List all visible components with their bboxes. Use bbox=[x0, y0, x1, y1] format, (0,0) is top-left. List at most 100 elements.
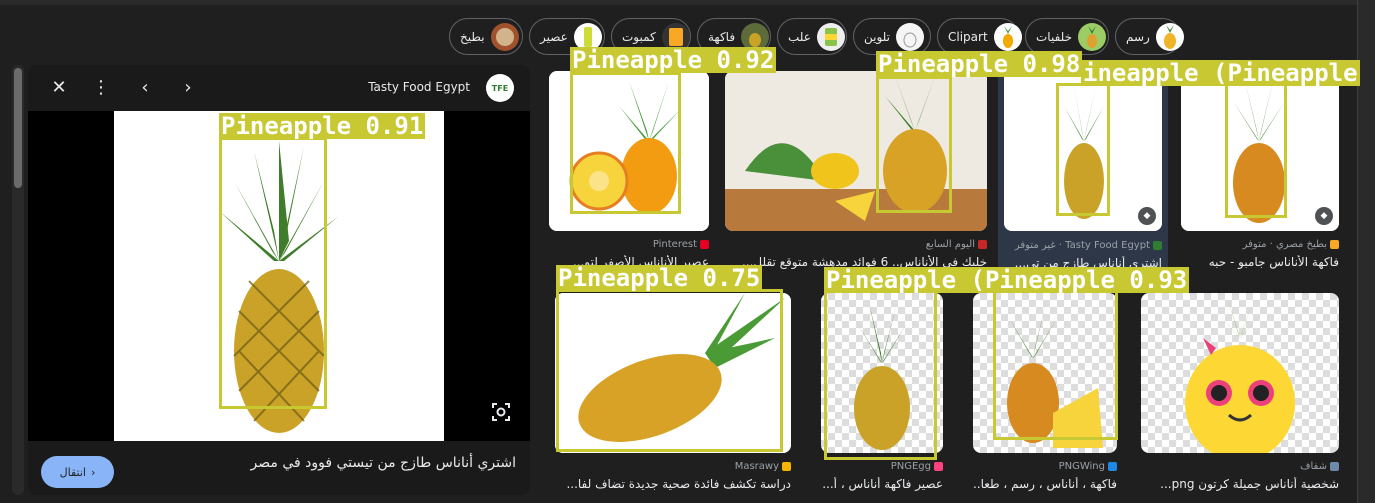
source-text: اليوم السابع bbox=[925, 239, 975, 250]
result-source: PNGWing bbox=[1059, 461, 1117, 472]
screen: { "chips": [ {"label": "رسم", "thumb": "… bbox=[0, 0, 1375, 503]
result-source: بطيخ مصري · متوفر bbox=[1243, 239, 1339, 250]
result-card[interactable]: Pinterest عصير الأناناس الأصفر لتو... bbox=[549, 71, 709, 271]
visit-button[interactable]: انتقال › bbox=[41, 456, 114, 488]
close-button[interactable]: ✕ bbox=[46, 75, 72, 101]
pineapple-cartoon-sunglasses-image bbox=[1185, 293, 1295, 453]
source-text: بطيخ مصري · متوفر bbox=[1242, 239, 1327, 250]
result-image[interactable]: ◆ bbox=[1181, 71, 1339, 231]
source-text: PNGEgg bbox=[890, 461, 931, 472]
result-image[interactable] bbox=[973, 293, 1117, 453]
chip-cans[interactable]: علب bbox=[777, 18, 847, 55]
result-source: اليوم السابع bbox=[926, 239, 987, 250]
detection-label: Pineapple 0.91 bbox=[219, 112, 426, 140]
chip-label: بطيخ bbox=[460, 29, 485, 44]
preview-image-area bbox=[28, 111, 530, 441]
chip-label: علب bbox=[788, 29, 811, 44]
chip-label: Clipart bbox=[948, 29, 988, 44]
result-image[interactable] bbox=[1141, 293, 1339, 453]
result-title[interactable]: فاكهة الأناناس جامبو - حبه bbox=[1181, 255, 1339, 269]
lens-icon bbox=[492, 403, 510, 421]
preview-image[interactable] bbox=[114, 111, 444, 441]
visit-label: انتقال bbox=[59, 465, 86, 479]
previous-button[interactable]: ‹ bbox=[132, 75, 158, 101]
result-source: Pinterest bbox=[653, 239, 709, 250]
result-title[interactable]: شخصية أناناس جميلة كرتون png... bbox=[1141, 477, 1339, 491]
source-favicon bbox=[934, 461, 943, 471]
close-icon: ✕ bbox=[51, 77, 67, 98]
result-source: Masrawy bbox=[735, 461, 791, 472]
detection-label: Pineapple 0.75 bbox=[556, 264, 763, 292]
pineapple-whole-image bbox=[1004, 71, 1162, 231]
panel-scroll-thumb[interactable] bbox=[14, 68, 22, 188]
result-image[interactable] bbox=[549, 71, 709, 231]
result-image[interactable] bbox=[555, 293, 791, 453]
more-options-button[interactable]: ⋮ bbox=[88, 75, 114, 101]
detection-label: Pineapple 0.98 bbox=[876, 50, 1083, 78]
next-button[interactable]: › bbox=[175, 75, 201, 101]
chip-drawing[interactable]: رسم bbox=[1115, 18, 1184, 55]
chevron-right-icon: › bbox=[90, 465, 96, 479]
pineapple-drawing-thumb-icon bbox=[1155, 22, 1184, 51]
pineapple-with-slices-image bbox=[1007, 298, 1103, 448]
result-card[interactable]: شفاف شخصية أناناس جميلة كرتون png... bbox=[1141, 293, 1339, 493]
source-logo-text: TFE bbox=[491, 83, 509, 93]
chip-label: فاكهة bbox=[708, 29, 736, 44]
pineapple-jumbo-image bbox=[1181, 71, 1339, 231]
source-text: PNGWing bbox=[1058, 461, 1105, 472]
pineapple-cartoon-image bbox=[549, 71, 709, 231]
source-favicon bbox=[700, 239, 709, 249]
result-card[interactable]: Masrawy دراسة تكشف فائدة صحية جديدة تضاف… bbox=[555, 293, 791, 493]
pineapple-transparent-image bbox=[854, 303, 910, 450]
detection-label: Pineapple (Pineapple 0.93 bbox=[824, 266, 1190, 294]
source-favicon bbox=[1108, 461, 1117, 471]
pineapple-clipart-thumb-icon bbox=[993, 22, 1022, 51]
preview-title[interactable]: اشتري أناناس طازج من تيستي فوود في مصر bbox=[251, 455, 517, 471]
result-title[interactable]: عصير فاكهة أناناس ، أ... bbox=[821, 477, 943, 491]
source-logo[interactable]: TFE bbox=[486, 74, 514, 102]
chip-label: عصير bbox=[540, 29, 568, 44]
chip-label: خلفيات bbox=[1036, 29, 1073, 44]
pineapple-slices-image bbox=[725, 71, 987, 231]
source-favicon bbox=[782, 461, 791, 471]
result-title[interactable]: دراسة تكشف فائدة صحية جديدة تضاف لفا... bbox=[555, 477, 791, 491]
source-text: Masrawy bbox=[734, 461, 779, 472]
result-image[interactable]: ◆ bbox=[1004, 71, 1162, 231]
result-card[interactable]: PNGEgg عصير فاكهة أناناس ، أ... bbox=[821, 293, 943, 493]
source-favicon bbox=[978, 239, 987, 249]
chip-label: كمبوت bbox=[622, 29, 656, 44]
result-source: شفاف bbox=[1300, 461, 1339, 472]
result-card[interactable]: ◆ بطيخ مصري · متوفر فاكهة الأناناس جامبو… bbox=[1181, 71, 1339, 271]
page-scrollbar[interactable] bbox=[1357, 0, 1375, 503]
chevron-left-icon: ‹ bbox=[141, 77, 149, 98]
more-vert-icon: ⋮ bbox=[92, 77, 110, 98]
source-name[interactable]: Tasty Food Egypt bbox=[368, 80, 470, 94]
result-title[interactable]: فاكهة ، أناناس ، رسم ، طعا... bbox=[973, 477, 1117, 491]
result-source: PNGEgg bbox=[891, 461, 943, 472]
chip-label: رسم bbox=[1126, 29, 1150, 44]
pineapple-lying-image bbox=[555, 293, 791, 453]
can-thumb-icon bbox=[816, 22, 845, 51]
top-bar bbox=[0, 0, 1375, 5]
source-text: شفاف bbox=[1300, 461, 1327, 472]
panel-header: ✕ ⋮ ‹ › Tasty Food Egypt TFE bbox=[28, 65, 530, 111]
result-image[interactable] bbox=[725, 71, 987, 231]
chip-melon[interactable]: بطيخ bbox=[449, 18, 523, 55]
result-image[interactable] bbox=[821, 293, 943, 453]
coloring-thumb-icon bbox=[896, 22, 924, 51]
chip-label: تلوين bbox=[864, 29, 890, 44]
result-source: Tasty Food Egypt · غير متوفر bbox=[1015, 240, 1162, 251]
chevron-right-icon: › bbox=[184, 77, 192, 98]
result-card[interactable]: اليوم السابع خليك في الأناناس.. 6 فوائد … bbox=[725, 71, 987, 271]
result-card[interactable]: PNGWing فاكهة ، أناناس ، رسم ، طعا... bbox=[973, 293, 1117, 493]
source-text: Tasty Food Egypt · غير متوفر bbox=[1014, 240, 1150, 251]
source-favicon bbox=[1330, 461, 1339, 471]
product-tag-icon: ◆ bbox=[1315, 207, 1333, 225]
lens-search-button[interactable] bbox=[490, 401, 512, 423]
result-card-selected[interactable]: ◆ Tasty Food Egypt · غير متوفر اشتري أنا… bbox=[998, 66, 1168, 276]
panel-footer: اشتري أناناس طازج من تيستي فوود في مصر ا… bbox=[28, 441, 530, 495]
product-tag-icon: ◆ bbox=[1138, 207, 1156, 225]
melon-thumb-icon bbox=[490, 22, 519, 51]
detection-label: Pineapple 0.92 bbox=[570, 46, 777, 74]
pineapple-green-thumb-icon bbox=[1078, 22, 1107, 51]
